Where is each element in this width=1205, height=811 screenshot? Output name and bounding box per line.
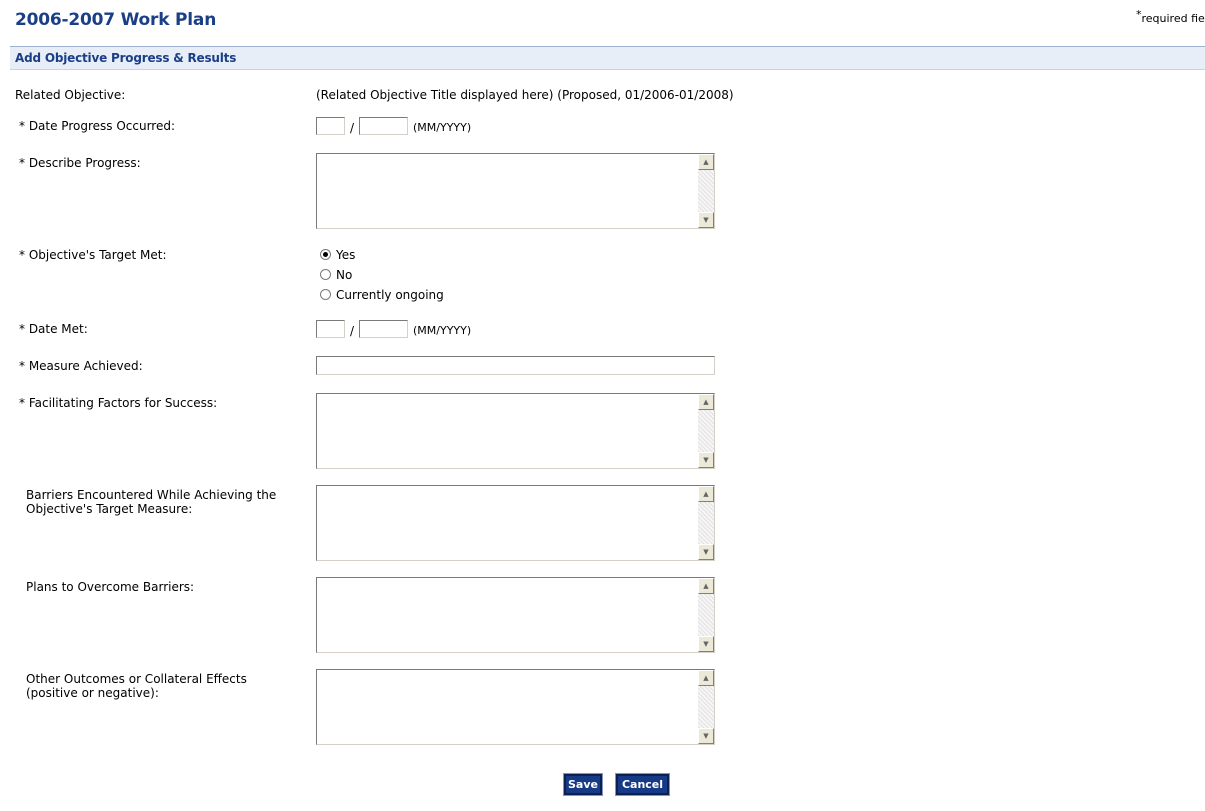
date-met-year-input[interactable] bbox=[359, 320, 408, 338]
date-met-format-hint: (MM/YYYY) bbox=[413, 324, 472, 337]
measure-achieved-input[interactable] bbox=[316, 356, 715, 375]
describe-progress-label: * Describe Progress: bbox=[19, 156, 141, 170]
plans-label: Plans to Overcome Barriers: bbox=[26, 580, 195, 594]
scroll-up-arrow-icon[interactable]: ▲ bbox=[698, 154, 714, 170]
other-outcomes-label-line2: (positive or negative): bbox=[26, 686, 159, 700]
plans-textarea[interactable]: ▲ ▼ bbox=[316, 577, 715, 653]
facilitating-factors-scrollbar[interactable]: ▲ ▼ bbox=[698, 394, 714, 468]
scroll-down-arrow-icon[interactable]: ▼ bbox=[698, 636, 714, 652]
date-met-label: * Date Met: bbox=[19, 322, 88, 336]
barriers-label-line2: Objective's Target Measure: bbox=[26, 502, 193, 516]
date-progress-year-input[interactable] bbox=[359, 117, 408, 135]
page-title: 2006-2007 Work Plan bbox=[15, 10, 217, 30]
other-outcomes-label-line1: Other Outcomes or Collateral Effects bbox=[26, 672, 247, 686]
scroll-up-arrow-icon[interactable]: ▲ bbox=[698, 578, 714, 594]
date-met-month-input[interactable] bbox=[316, 320, 345, 338]
radio-currently-ongoing-label: Currently ongoing bbox=[336, 288, 444, 302]
date-progress-separator: / bbox=[350, 121, 355, 135]
describe-progress-textarea[interactable]: ▲ ▼ bbox=[316, 153, 715, 229]
radio-yes-label: Yes bbox=[336, 248, 356, 262]
barriers-scrollbar[interactable]: ▲ ▼ bbox=[698, 486, 714, 560]
facilitating-factors-label: * Facilitating Factors for Success: bbox=[19, 396, 218, 410]
radio-currently-ongoing[interactable] bbox=[320, 289, 331, 300]
scroll-down-arrow-icon[interactable]: ▼ bbox=[698, 452, 714, 468]
date-progress-label: * Date Progress Occurred: bbox=[19, 119, 176, 133]
target-met-label: * Objective's Target Met: bbox=[19, 248, 167, 262]
other-outcomes-textarea[interactable]: ▲ ▼ bbox=[316, 669, 715, 745]
barriers-label-line1: Barriers Encountered While Achieving the bbox=[26, 488, 277, 502]
radio-no-label: No bbox=[336, 268, 353, 282]
scroll-down-arrow-icon[interactable]: ▼ bbox=[698, 728, 714, 744]
required-fields-note: *required fie bbox=[1136, 8, 1205, 25]
barriers-textarea[interactable]: ▲ ▼ bbox=[316, 485, 715, 561]
describe-progress-scrollbar[interactable]: ▲ ▼ bbox=[698, 154, 714, 228]
scroll-down-arrow-icon[interactable]: ▼ bbox=[698, 212, 714, 228]
plans-scrollbar[interactable]: ▲ ▼ bbox=[698, 578, 714, 652]
facilitating-factors-textarea[interactable]: ▲ ▼ bbox=[316, 393, 715, 469]
date-progress-format-hint: (MM/YYYY) bbox=[413, 121, 472, 134]
scroll-down-arrow-icon[interactable]: ▼ bbox=[698, 544, 714, 560]
save-button[interactable]: Save bbox=[563, 773, 603, 796]
measure-achieved-label: * Measure Achieved: bbox=[19, 359, 143, 373]
related-objective-value: (Related Objective Title displayed here)… bbox=[316, 88, 734, 102]
date-progress-month-input[interactable] bbox=[316, 117, 345, 135]
other-outcomes-scrollbar[interactable]: ▲ ▼ bbox=[698, 670, 714, 744]
required-note-text: required fie bbox=[1141, 12, 1205, 25]
cancel-button[interactable]: Cancel bbox=[615, 773, 670, 796]
required-star: * bbox=[1136, 8, 1142, 21]
radio-no[interactable] bbox=[320, 269, 331, 280]
section-title: Add Objective Progress & Results bbox=[15, 51, 237, 65]
barriers-label: Barriers Encountered While Achieving the… bbox=[26, 488, 276, 516]
scroll-up-arrow-icon[interactable]: ▲ bbox=[698, 670, 714, 686]
related-objective-label: Related Objective: bbox=[15, 88, 126, 102]
scroll-up-arrow-icon[interactable]: ▲ bbox=[698, 394, 714, 410]
other-outcomes-label: Other Outcomes or Collateral Effects (po… bbox=[26, 672, 247, 700]
section-header: Add Objective Progress & Results bbox=[10, 46, 1205, 70]
date-met-separator: / bbox=[350, 324, 355, 338]
scroll-up-arrow-icon[interactable]: ▲ bbox=[698, 486, 714, 502]
radio-yes[interactable] bbox=[320, 249, 331, 260]
